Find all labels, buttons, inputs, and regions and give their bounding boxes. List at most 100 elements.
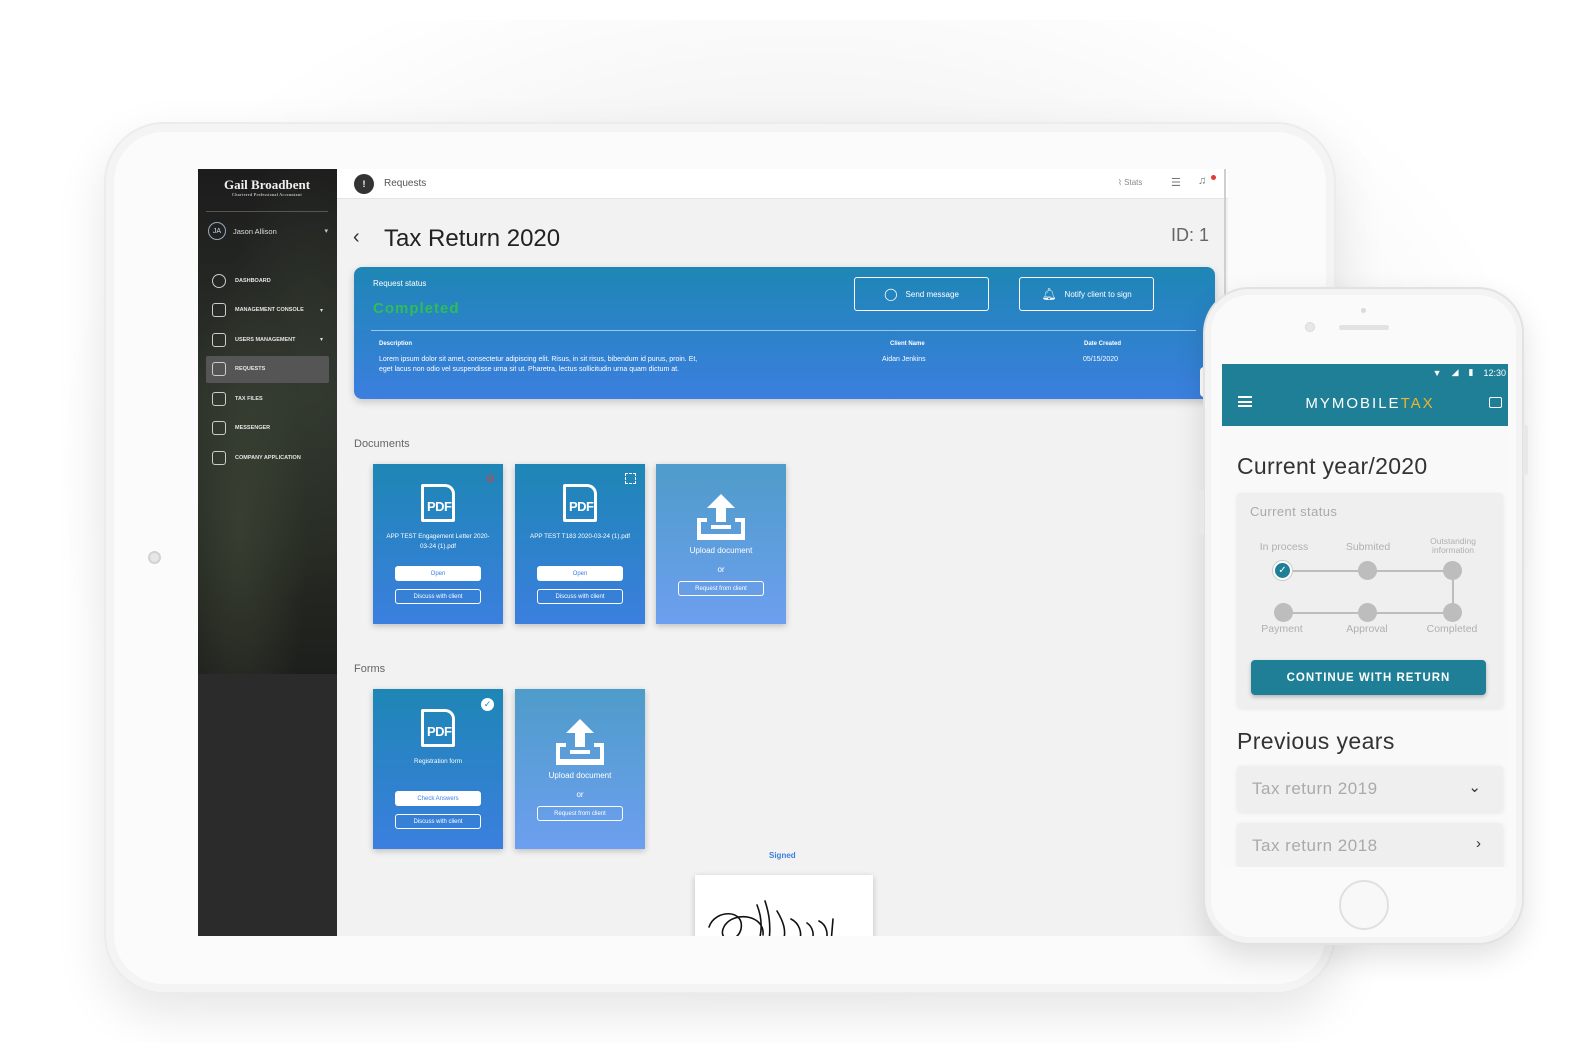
dashboard-icon xyxy=(212,273,226,288)
brand-subtitle: Chartered Professional Accountant xyxy=(232,192,302,197)
open-button[interactable]: Open xyxy=(537,566,623,581)
stats-label: Stats xyxy=(1124,178,1143,187)
tax-return-2019-row[interactable]: Tax return 2019 ⌄ xyxy=(1237,766,1503,812)
chevron-down-icon: ▾ xyxy=(319,307,323,314)
send-message-label: Send message xyxy=(905,289,959,299)
step-approval-dot xyxy=(1358,603,1377,622)
form-card: ✓ PDF Registration form Check Answers Di… xyxy=(373,689,503,849)
user-menu[interactable]: JA Jason Allison ▾ xyxy=(208,220,328,242)
description-line: eget lacus non odio vel suspendisse urna… xyxy=(379,365,679,373)
panel-divider xyxy=(371,330,1196,331)
phone-status-bar: ▼ ◢ ▮ 12:30 xyxy=(1222,364,1508,382)
sidebar-item-label: MESSENGER xyxy=(235,425,271,432)
year-label: Tax return 2019 xyxy=(1252,779,1378,798)
current-status-card: Current status In process Submited Outst… xyxy=(1237,493,1503,708)
discuss-with-client-button[interactable]: Discuss with client xyxy=(537,589,623,604)
previous-years-title: Previous years xyxy=(1237,728,1395,754)
status-time: 12:30 xyxy=(1483,367,1506,378)
sidebar-item-requests[interactable]: REQUESTS xyxy=(206,355,329,383)
step-label-submited: Submited xyxy=(1345,541,1391,553)
pdf-glyph: PDF xyxy=(569,499,594,514)
document-name-line: APP TEST Engagement Letter 2020- xyxy=(386,533,490,540)
step-label-completed: Completed xyxy=(1426,623,1478,635)
app-logo-part1: MyMobile xyxy=(1305,395,1401,412)
tablet-screen: Gail Broadbent Chartered Professional Ac… xyxy=(198,169,1228,936)
speech-bubble-icon: ◯ xyxy=(884,287,898,301)
bell-icon[interactable]: ♫ xyxy=(1198,175,1206,187)
notify-client-button[interactable]: 🔔︎ Notify client to sign xyxy=(1019,277,1154,311)
phone-volume-button xyxy=(1199,490,1204,535)
request-from-client-button[interactable]: Request from client xyxy=(537,806,623,821)
or-label: or xyxy=(717,565,725,574)
step-label-approval: Approval xyxy=(1346,623,1388,635)
document-name: APP TEST T183 2020-03-24 (1).pdf xyxy=(521,532,639,542)
sidebar-item-dashboard[interactable]: DASHBOARD xyxy=(206,267,329,294)
description-text: Lorem ipsum dolor sit amet, consectetur … xyxy=(379,355,819,374)
avatar: JA xyxy=(208,222,226,240)
open-button[interactable]: Open xyxy=(395,566,481,581)
request-status-panel: Request status Completed ◯ Send message … xyxy=(354,267,1215,399)
check-circle-icon: ✓ xyxy=(481,698,494,711)
client-name-value: Aidan Jenkins xyxy=(882,356,926,363)
pdf-glyph: PDF xyxy=(427,724,452,739)
brand-logo[interactable]: Gail Broadbent Chartered Professional Ac… xyxy=(206,177,328,207)
upload-document-card[interactable]: Upload document or Request from client xyxy=(656,464,786,624)
form-name: Registration form xyxy=(414,758,462,765)
app-logo: MyMobileTax xyxy=(1222,395,1508,412)
back-arrow-icon[interactable]: ‹ xyxy=(353,226,360,249)
sidebar-item-users-management[interactable]: USERS MANAGEMENT ▾ xyxy=(206,326,329,353)
request-from-client-button[interactable]: Request from client xyxy=(678,581,764,596)
block-icon[interactable]: ⊘ xyxy=(486,472,495,485)
alert-icon[interactable]: ! xyxy=(354,174,374,194)
description-header: Description xyxy=(379,341,413,347)
users-icon xyxy=(212,332,226,347)
discuss-with-client-button[interactable]: Discuss with client xyxy=(395,589,481,604)
stats-link[interactable]: ⌇ Stats xyxy=(1118,178,1142,187)
phone-home-button[interactable] xyxy=(1339,880,1389,930)
chevron-down-icon: ⌄ xyxy=(1468,779,1481,796)
continue-with-return-button[interactable]: CONTINUE WITH RETURN xyxy=(1251,660,1486,695)
step-label-outstanding: Outstanding information xyxy=(1430,536,1476,555)
notify-client-label: Notify client to sign xyxy=(1064,289,1132,299)
share-icon xyxy=(212,451,226,466)
signature-image xyxy=(708,900,834,936)
page-title: Tax Return 2020 xyxy=(384,225,561,252)
bell-icon: 🔔︎ xyxy=(1041,287,1057,301)
year-label: Tax return 2018 xyxy=(1252,836,1378,855)
tax-return-2018-row[interactable]: Tax return 2018 › xyxy=(1237,823,1503,867)
pdf-file-icon: PDF xyxy=(421,709,455,747)
chevron-down-icon: ▾ xyxy=(319,337,323,344)
sidebar-item-messenger[interactable]: MESSENGER xyxy=(206,415,329,442)
sidebar-item-management-console[interactable]: MANAGEMENT CONSOLE ▾ xyxy=(206,297,329,324)
list-icon[interactable]: ☰ xyxy=(1171,176,1181,189)
document-name-line: 03-24 (1).pdf xyxy=(419,543,457,550)
current-status-label: Current status xyxy=(1250,504,1338,519)
app-logo-part2: Tax xyxy=(1400,395,1435,412)
document-card: ⊘ PDF APP TEST Engagement Letter 2020- 0… xyxy=(373,464,503,624)
pdf-file-icon: PDF xyxy=(563,484,597,522)
topbar: ! Requests ⌇ Stats ☰ ♫ xyxy=(337,169,1228,199)
chat-icon[interactable] xyxy=(1489,397,1502,408)
phone-speaker xyxy=(1339,325,1389,330)
check-answers-button[interactable]: Check Answers xyxy=(395,791,481,806)
document-name: APP TEST Engagement Letter 2020- 03-24 (… xyxy=(379,532,497,552)
sidebar-item-company-application[interactable]: COMPANY APPLICATION xyxy=(206,445,329,472)
sidebar-item-label: COMPANY APPLICATION xyxy=(235,455,301,462)
sidebar-divider xyxy=(206,211,328,212)
sidebar-item-tax-files[interactable]: TAX FILES xyxy=(206,385,329,412)
chevron-down-icon: ▾ xyxy=(324,228,328,235)
step-payment-dot xyxy=(1274,603,1293,622)
phone-camera xyxy=(1305,322,1315,332)
discuss-with-client-button[interactable]: Discuss with client xyxy=(395,814,481,829)
signal-icon: ◢ xyxy=(1451,367,1459,377)
sidebar-item-label: REQUESTS xyxy=(235,366,266,373)
select-icon[interactable] xyxy=(625,473,636,484)
client-name-header: Client Name xyxy=(890,341,925,347)
date-created-value: 05/15/2020 xyxy=(1083,356,1119,363)
upload-form-card[interactable]: Upload document or Request from client xyxy=(515,689,645,849)
app-bar: MyMobileTax xyxy=(1222,382,1508,426)
send-message-button[interactable]: ◯ Send message xyxy=(854,277,989,311)
battery-icon: ▮ xyxy=(1468,367,1474,377)
wifi-icon: ▼ xyxy=(1432,367,1442,378)
request-status-label: Request status xyxy=(373,279,427,288)
